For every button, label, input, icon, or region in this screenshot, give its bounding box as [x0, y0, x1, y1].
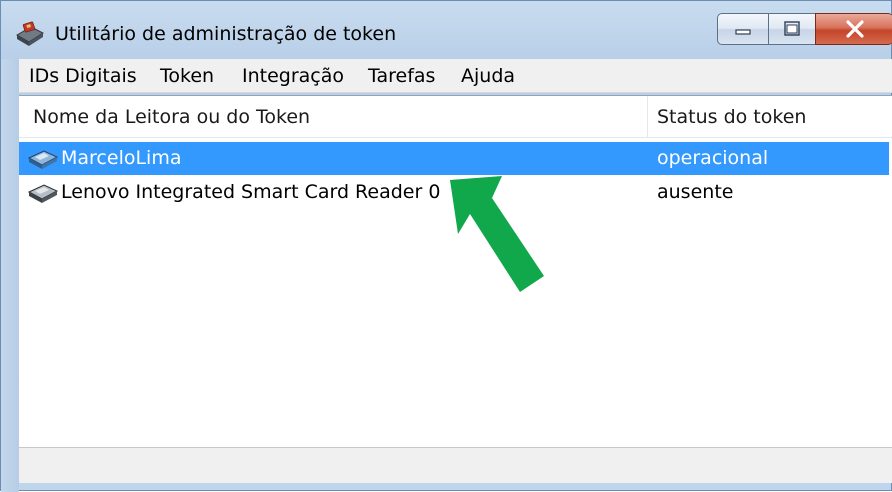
- arrow-icon: [450, 176, 544, 292]
- token-name: MarceloLima: [61, 147, 182, 169]
- menu-token[interactable]: Token: [160, 65, 214, 87]
- close-button[interactable]: [815, 13, 892, 45]
- status-bar: [19, 447, 892, 483]
- list-item[interactable]: MarceloLima operacional: [19, 142, 889, 175]
- window-title: Utilitário de administração de token: [55, 23, 397, 45]
- maximize-button[interactable]: [768, 13, 816, 45]
- minimize-button[interactable]: [717, 13, 769, 45]
- reader-status: ausente: [657, 181, 734, 203]
- menu-bar: IDs Digitais Token Integração Tarefas Aj…: [19, 59, 892, 93]
- token-icon: [27, 150, 59, 169]
- column-header-name[interactable]: Nome da Leitora ou do Token: [33, 106, 310, 128]
- minimize-icon: [735, 29, 751, 35]
- smartcard-reader-icon: [16, 21, 45, 46]
- column-header-status[interactable]: Status do token: [657, 106, 806, 128]
- maximize-icon: [784, 21, 800, 36]
- card-reader-icon: [27, 184, 59, 203]
- menu-ids-digitais[interactable]: IDs Digitais: [29, 65, 137, 87]
- menu-tarefas[interactable]: Tarefas: [368, 65, 435, 87]
- menu-integracao[interactable]: Integração: [242, 65, 344, 87]
- column-divider[interactable]: [647, 96, 648, 138]
- list-header: Nome da Leitora ou do Token Status do to…: [19, 96, 892, 138]
- window-frame-left: [1, 59, 19, 492]
- close-icon: [845, 20, 864, 38]
- token-status: operacional: [657, 147, 769, 169]
- menu-ajuda[interactable]: Ajuda: [461, 65, 515, 87]
- title-bar[interactable]: Utilitário de administração de token: [1, 1, 892, 59]
- reader-name: Lenovo Integrated Smart Card Reader 0: [61, 181, 441, 203]
